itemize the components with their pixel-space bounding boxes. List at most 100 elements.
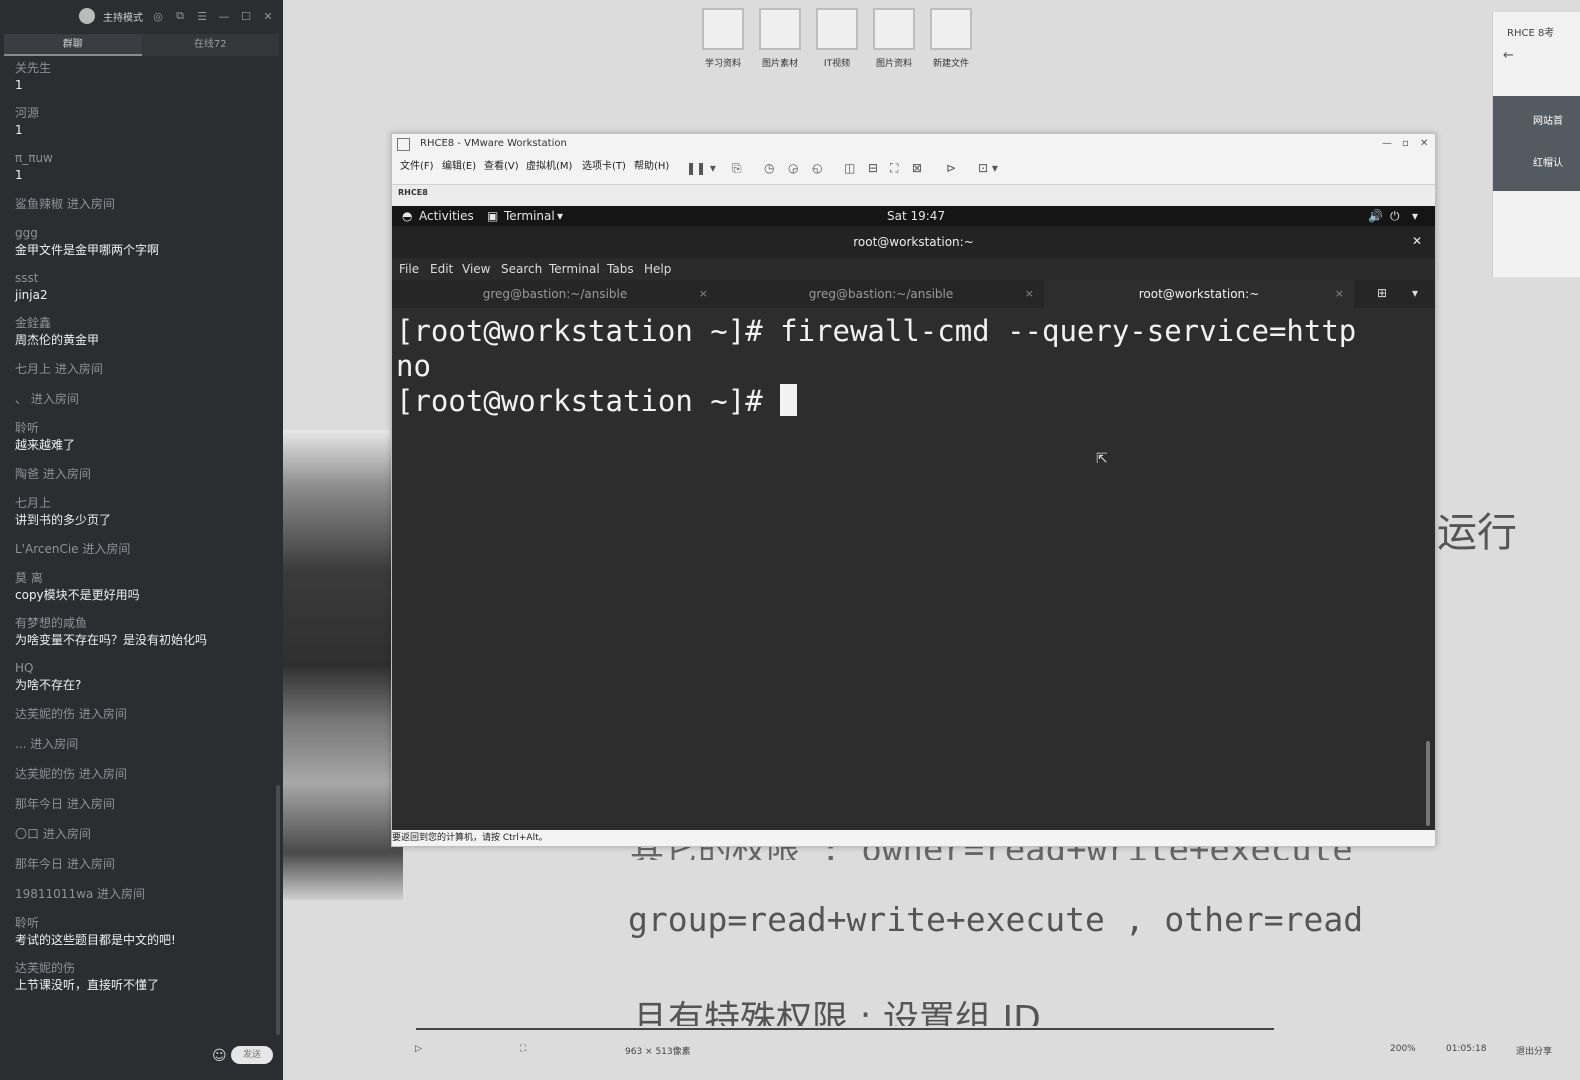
message-username[interactable]: 有梦想的咸鱼 [15,615,270,632]
terminal-output[interactable]: [root@workstation ~]# firewall-cmd --que… [396,314,1426,824]
message-username[interactable]: 七月上 [15,495,270,512]
menu-view[interactable]: 查看(V) [484,154,519,180]
exit-share-button[interactable]: 退出分享 [1516,1044,1552,1057]
snapshot-manager-icon[interactable]: ◵ [812,161,822,175]
message-text: 讲到书的多少页了 [15,513,112,527]
message-username[interactable]: HQ [15,660,270,677]
play-icon[interactable]: ▷ [415,1044,422,1054]
chat-message: HQ 为啥不存在? [15,660,270,694]
join-text: 〇口 进入房间 [15,827,91,841]
back-icon[interactable]: ← [1503,48,1514,63]
nav-item[interactable]: 红帽认 [1533,154,1563,169]
minimize-icon[interactable]: — [1382,134,1392,154]
app-menu[interactable]: Terminal [504,206,555,226]
close-tab-icon[interactable]: × [1335,280,1344,308]
close-icon[interactable]: ✕ [1420,134,1428,154]
message-username[interactable]: ggg [15,225,270,242]
terminal-line: [root@workstation ~]# firewall-cmd --que… [396,314,1357,348]
tab-group-chat[interactable]: 群聊 [4,34,142,56]
message-username[interactable]: 聆听 [15,420,270,437]
terminal-scrollbar[interactable] [1426,741,1430,826]
maximize-icon[interactable]: ▫ [1402,134,1409,154]
tab-online[interactable]: 在线72 [141,34,279,56]
chevron-down-icon[interactable]: ▾ [557,206,563,226]
settings-icon[interactable]: ◎ [151,10,165,23]
menu-help[interactable]: 帮助(H) [634,154,669,180]
clock[interactable]: Sat 19:47 [887,206,945,226]
unity-icon[interactable]: ⊠ [912,161,922,175]
new-tab-icon[interactable]: ⊞ [1377,286,1387,300]
menu-file[interactable]: 文件(F) [400,154,434,180]
desktop-icon[interactable]: 图片资料 [871,8,917,69]
menu-tabs[interactable]: 选项卡(T) [582,154,626,180]
join-text: 鲨鱼辣椒 进入房间 [15,197,115,211]
folder-icon [873,8,915,50]
menu-edit[interactable]: 编辑(E) [442,154,476,180]
vm-tab[interactable]: RHCE8 [398,188,428,197]
desktop-icon[interactable]: IT视频 [814,8,860,69]
desktop-icon[interactable]: 图片素材 [757,8,803,69]
close-icon[interactable]: ✕ [1412,234,1422,248]
close-tab-icon[interactable]: × [699,280,708,308]
message-username[interactable]: 聆听 [15,915,270,932]
message-username[interactable]: 金銓鑫 [15,315,270,332]
popout-icon[interactable]: ⧉ [173,9,187,23]
desktop-icon[interactable]: 新建文件 [928,8,974,69]
stretch-icon[interactable]: ⊡ ▾ [978,161,998,175]
close-tab-icon[interactable]: × [1025,280,1034,308]
chevron-down-icon[interactable]: ▾ [1412,206,1418,226]
terminal-prompt-line: [root@workstation ~]# [396,384,1426,419]
chevron-down-icon[interactable]: ▾ [1412,286,1418,300]
power-icon[interactable]: ⏻ [1390,206,1400,226]
snapshot-icon[interactable]: ◷ [764,161,774,175]
message-username[interactable]: ssst [15,270,270,287]
menu-view[interactable]: View [462,258,490,280]
menu-search[interactable]: Search [501,258,542,280]
send-ctrl-alt-del-icon[interactable]: ⎘ [732,161,742,176]
nav-item[interactable]: 网站首 [1533,112,1563,127]
message-username[interactable]: π_πuw [15,150,270,167]
minimize-icon[interactable]: — [217,10,231,23]
join-notice: ... 进入房间 [15,735,270,752]
view-library-icon[interactable]: ◫ [844,161,855,175]
view-thumbnail-icon[interactable]: ⊟ [868,161,878,175]
terminal-tab-active[interactable]: root@workstation:~ × [1044,280,1354,308]
join-text: 、 进入房间 [15,392,79,406]
vmware-titlebar: RHCE8 - VMware Workstation — ▫ ✕ [392,134,1435,154]
join-notice: 陶爸 进入房间 [15,465,270,482]
menu-terminal[interactable]: Terminal [549,258,600,280]
fit-icon[interactable]: ⛶ [520,1044,526,1054]
send-button[interactable]: 发送 [231,1046,273,1064]
window-title: RHCE8 - VMware Workstation [420,138,567,149]
chat-message: 莫 离 copy模块不是更好用吗 [15,570,270,604]
folder-icon [930,8,972,50]
emoji-icon[interactable]: ☺ [212,1048,227,1064]
activities-button[interactable]: Activities [419,206,474,226]
menu-help[interactable]: Help [644,258,671,280]
message-username[interactable]: 达芙妮的伤 [15,960,270,977]
message-text: copy模块不是更好用吗 [15,588,140,602]
chat-scrollbar[interactable] [276,785,280,1035]
console-icon[interactable]: ⊳ [946,161,956,175]
terminal-tab[interactable]: greg@bastion:~/ansible × [392,280,718,308]
fullscreen-icon[interactable]: ⛶ [890,161,898,176]
volume-icon[interactable]: 🔊 [1368,206,1383,226]
menu-icon[interactable]: ☰ [195,10,209,23]
guest-display[interactable]: ◓ Activities ▣ Terminal ▾ Sat 19:47 🔊 ⏻ … [392,206,1435,830]
desktop-icon[interactable]: 学习资料 [700,8,746,69]
close-icon[interactable]: ✕ [261,10,275,23]
message-username[interactable]: 河源 [15,105,270,122]
menu-vm[interactable]: 虚拟机(M) [526,154,572,180]
message-text: 越来越难了 [15,438,76,452]
menu-edit[interactable]: Edit [430,258,453,280]
maximize-icon[interactable]: ☐ [239,10,253,23]
message-username[interactable]: 关先生 [15,60,270,77]
snapshot-restore-icon[interactable]: ◶ [788,161,798,175]
pause-icon[interactable]: ❚❚ ▾ [686,161,716,175]
menu-file[interactable]: File [399,258,419,280]
menu-tabs[interactable]: Tabs [607,258,634,280]
message-username[interactable]: 莫 离 [15,570,270,587]
terminal-tab[interactable]: greg@bastion:~/ansible × [718,280,1044,308]
chat-message: 金銓鑫 周杰伦的黄金甲 [15,315,270,349]
mouse-pointer-icon: ⇱ [1096,451,1108,467]
